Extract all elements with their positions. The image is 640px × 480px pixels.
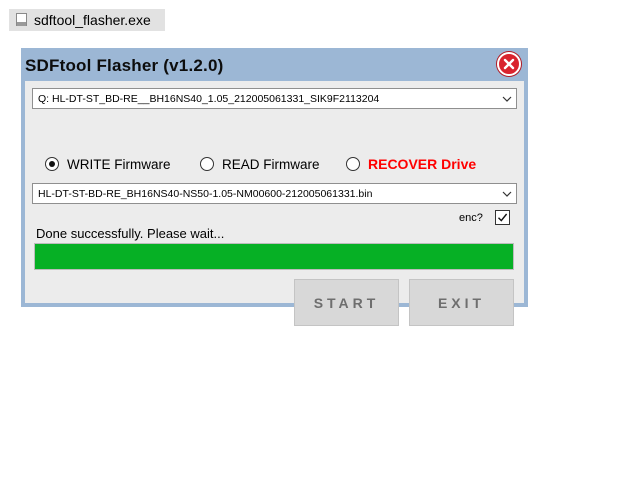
write-firmware-option[interactable]: WRITE Firmware [45, 155, 171, 173]
chevron-down-icon [498, 184, 516, 203]
firmware-file-value: HL-DT-ST-BD-RE_BH16NS40-NS50-1.05-NM0060… [38, 187, 373, 200]
firmware-file-select[interactable]: HL-DT-ST-BD-RE_BH16NS40-NS50-1.05-NM0060… [32, 183, 517, 204]
recover-drive-option[interactable]: RECOVER Drive [346, 155, 476, 173]
file-tab[interactable]: sdftool_flasher.exe [9, 9, 165, 31]
window-title: SDFtool Flasher (v1.2.0) [25, 56, 224, 75]
exit-button[interactable]: EXIT [409, 279, 514, 326]
write-firmware-radio[interactable] [45, 157, 59, 171]
enc-label: enc? [459, 212, 483, 224]
file-icon [16, 13, 28, 27]
file-name-label: sdftool_flasher.exe [34, 12, 151, 28]
write-firmware-label: WRITE Firmware [67, 156, 171, 172]
flasher-window: SDFtool Flasher (v1.2.0) Q: HL-DT-ST_BD-… [21, 48, 528, 326]
read-firmware-radio[interactable] [200, 157, 214, 171]
enc-checkbox[interactable] [495, 210, 510, 225]
recover-drive-label: RECOVER Drive [368, 156, 477, 172]
start-button[interactable]: START [294, 279, 399, 326]
drive-select[interactable]: Q: HL-DT-ST_BD-RE__BH16NS40_1.05_2120050… [32, 88, 517, 109]
status-text: Done successfully. Please wait... [36, 226, 225, 241]
progress-bar [34, 243, 514, 270]
close-icon [503, 58, 515, 70]
read-firmware-label: READ Firmware [222, 156, 320, 172]
drive-select-value: Q: HL-DT-ST_BD-RE__BH16NS40_1.05_2120050… [38, 92, 380, 105]
close-button[interactable] [497, 52, 521, 76]
progress-fill [35, 244, 513, 269]
read-firmware-option[interactable]: READ Firmware [200, 155, 320, 173]
recover-drive-radio[interactable] [346, 157, 360, 171]
checkmark-icon [498, 213, 508, 222]
chevron-down-icon [498, 89, 516, 108]
window-client-area: Q: HL-DT-ST_BD-RE__BH16NS40_1.05_2120050… [25, 81, 524, 326]
